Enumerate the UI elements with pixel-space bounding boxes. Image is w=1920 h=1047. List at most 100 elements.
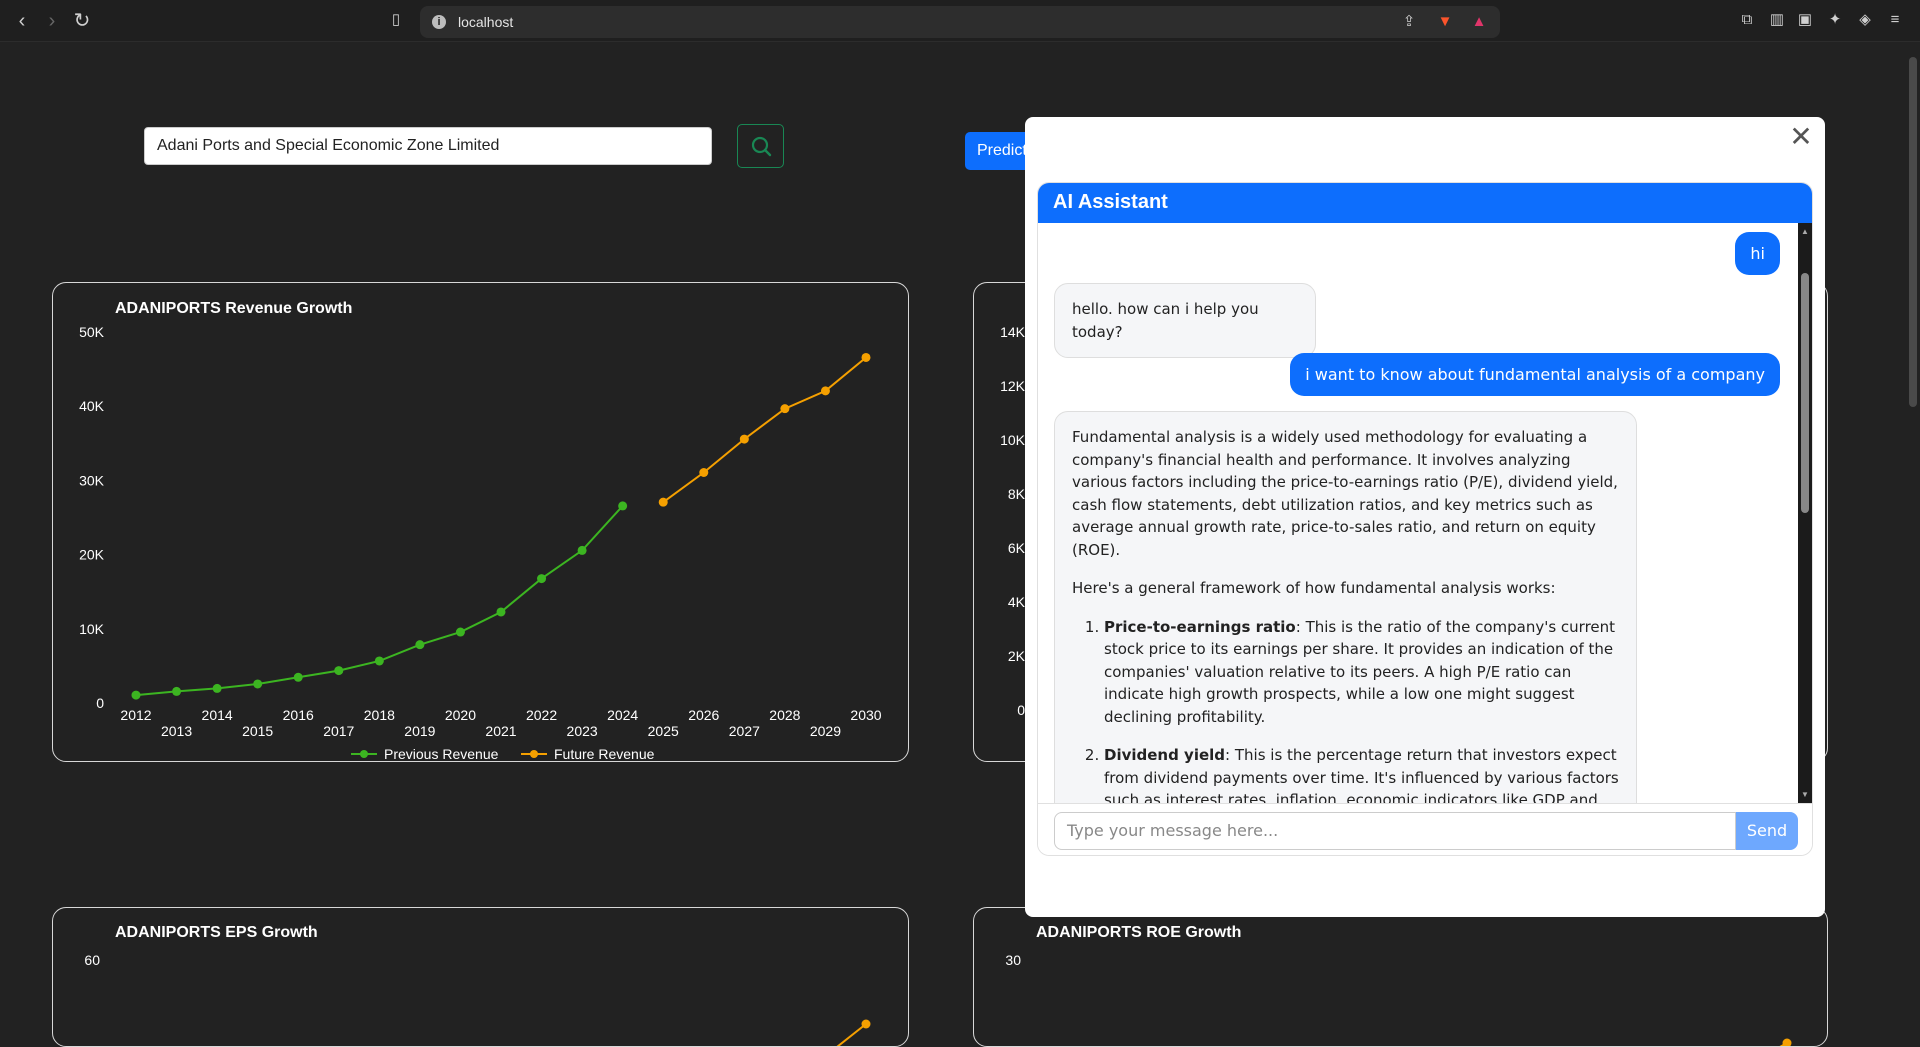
y-tick-label: 6K bbox=[1008, 540, 1026, 556]
list-item-heading: Dividend yield bbox=[1104, 746, 1225, 764]
forward-icon[interactable]: › bbox=[40, 9, 64, 33]
x-tick-label: 2017 bbox=[323, 723, 354, 739]
browser-toolbar: ‹ › ↻ ▯ i localhost ⇪ ▼ ▲ ⧉ ▥ ▣ ✦ ◈ ≡ bbox=[0, 0, 1920, 42]
x-tick-label: 2025 bbox=[648, 723, 679, 739]
scroll-down-icon[interactable]: ▼ bbox=[1801, 790, 1809, 799]
data-point bbox=[699, 468, 708, 477]
x-tick-label: 2022 bbox=[526, 707, 557, 723]
back-icon[interactable]: ‹ bbox=[10, 9, 34, 33]
site-info-icon[interactable]: i bbox=[432, 15, 446, 29]
legend-swatch-point bbox=[530, 750, 538, 758]
list-item: Price-to-earnings ratio: This is the rat… bbox=[1104, 616, 1619, 729]
x-tick-label: 2013 bbox=[161, 723, 192, 739]
message-paragraph: Fundamental analysis is a widely used me… bbox=[1072, 426, 1619, 561]
message-list: Price-to-earnings ratio: This is the rat… bbox=[1072, 616, 1619, 804]
series-line bbox=[823, 1024, 866, 1047]
x-tick-label: 2016 bbox=[283, 707, 314, 723]
brave-shields-icon[interactable]: ▼ bbox=[1436, 13, 1454, 31]
data-point bbox=[456, 628, 465, 637]
data-point bbox=[618, 501, 627, 510]
user-message: hi bbox=[1735, 232, 1780, 275]
y-tick-label: 8K bbox=[1008, 486, 1026, 502]
x-tick-label: 2021 bbox=[485, 723, 516, 739]
x-tick-label: 2012 bbox=[120, 707, 151, 723]
legend-label: Future Revenue bbox=[554, 746, 655, 762]
x-tick-label: 2015 bbox=[242, 723, 273, 739]
data-point bbox=[497, 607, 506, 616]
x-tick-label: 2024 bbox=[607, 707, 638, 723]
sidebar-icon[interactable]: ▥ bbox=[1768, 11, 1786, 29]
y-tick-label: 12K bbox=[1000, 378, 1026, 394]
chat-scrollbar[interactable]: ▲ ▼ bbox=[1798, 223, 1812, 803]
y-tick-label: 20K bbox=[79, 547, 105, 563]
chat-footer: Type your message here... Send bbox=[1038, 803, 1813, 856]
eps-chart: 60 bbox=[53, 908, 909, 1047]
data-point bbox=[821, 386, 830, 395]
data-point bbox=[213, 684, 222, 693]
x-tick-label: 2014 bbox=[202, 707, 233, 723]
menu-icon[interactable]: ≡ bbox=[1886, 11, 1904, 29]
reload-icon[interactable]: ↻ bbox=[70, 9, 94, 33]
chat-message-input[interactable]: Type your message here... bbox=[1054, 812, 1736, 850]
data-point bbox=[415, 640, 424, 649]
page-scroll-thumb[interactable] bbox=[1909, 57, 1917, 407]
y-tick-label: 10K bbox=[1000, 432, 1026, 448]
data-point bbox=[132, 691, 141, 700]
data-point bbox=[862, 1020, 871, 1029]
chat-messages: hi hello. how can i help you today? i wa… bbox=[1038, 223, 1796, 803]
data-point bbox=[578, 546, 587, 555]
data-point bbox=[780, 404, 789, 413]
data-point bbox=[862, 353, 871, 362]
scroll-up-icon[interactable]: ▲ bbox=[1801, 227, 1809, 236]
series-line bbox=[136, 506, 623, 695]
search-icon bbox=[738, 125, 785, 169]
rewards-icon[interactable]: ▲ bbox=[1470, 13, 1488, 31]
message-paragraph: Here's a general framework of how fundam… bbox=[1072, 577, 1619, 600]
chat-window: AI Assistant hi hello. how can i help yo… bbox=[1037, 182, 1813, 856]
address-bar[interactable]: i localhost ⇪ ▼ ▲ bbox=[420, 6, 1500, 38]
y-tick-label: 0 bbox=[1017, 702, 1025, 718]
page-scrollbar[interactable] bbox=[1906, 42, 1920, 1015]
data-point bbox=[537, 574, 546, 583]
x-tick-label: 2018 bbox=[364, 707, 395, 723]
roe-chart-card: ADANIPORTS ROE Growth 30 bbox=[973, 907, 1828, 1047]
y-tick-label: 4K bbox=[1008, 594, 1026, 610]
company-search-input[interactable]: Adani Ports and Special Economic Zone Li… bbox=[144, 127, 712, 165]
leo-icon[interactable]: ✦ bbox=[1826, 11, 1844, 29]
x-tick-label: 2029 bbox=[810, 723, 841, 739]
close-icon[interactable]: ✕ bbox=[1787, 123, 1815, 151]
data-point bbox=[740, 435, 749, 444]
y-tick-label: 40K bbox=[79, 398, 105, 414]
chat-modal: ✕ AI Assistant hi hello. how can i help … bbox=[1025, 117, 1825, 917]
list-item: Dividend yield: This is the percentage r… bbox=[1104, 744, 1619, 803]
series-line bbox=[663, 357, 866, 502]
data-point bbox=[659, 498, 668, 507]
x-tick-label: 2023 bbox=[567, 723, 598, 739]
data-point bbox=[172, 687, 181, 696]
data-point bbox=[253, 679, 262, 688]
y-tick-label: 50K bbox=[79, 324, 105, 340]
send-button[interactable]: Send bbox=[1736, 812, 1798, 850]
list-item-heading: Price-to-earnings ratio bbox=[1104, 618, 1296, 636]
roe-chart: 30 bbox=[974, 908, 1828, 1047]
chat-scroll-thumb[interactable] bbox=[1801, 273, 1809, 513]
wallet-icon[interactable]: ▣ bbox=[1796, 11, 1814, 29]
eps-chart-card: ADANIPORTS EPS Growth 60 bbox=[52, 907, 909, 1047]
x-tick-label: 2026 bbox=[688, 707, 719, 723]
page-content: Adani Ports and Special Economic Zone Li… bbox=[0, 42, 1920, 1015]
y-tick-label: 2K bbox=[1008, 648, 1026, 664]
bookmark-icon[interactable]: ▯ bbox=[387, 11, 405, 29]
assistant-message: Fundamental analysis is a widely used me… bbox=[1054, 411, 1637, 803]
y-tick-label: 30K bbox=[79, 472, 105, 488]
data-point bbox=[334, 666, 343, 675]
extensions-icon[interactable]: ⧉ bbox=[1738, 11, 1756, 29]
user-message: i want to know about fundamental analysi… bbox=[1290, 353, 1780, 396]
assistant-message: hello. how can i help you today? bbox=[1054, 283, 1316, 358]
revenue-chart: 010K20K30K40K50K201220132014201520162017… bbox=[53, 283, 909, 762]
search-button[interactable] bbox=[737, 124, 784, 168]
share-icon[interactable]: ⇪ bbox=[1400, 13, 1418, 31]
vpn-icon[interactable]: ◈ bbox=[1856, 11, 1874, 29]
x-tick-label: 2020 bbox=[445, 707, 476, 723]
x-tick-label: 2030 bbox=[850, 707, 881, 723]
x-tick-label: 2028 bbox=[769, 707, 800, 723]
